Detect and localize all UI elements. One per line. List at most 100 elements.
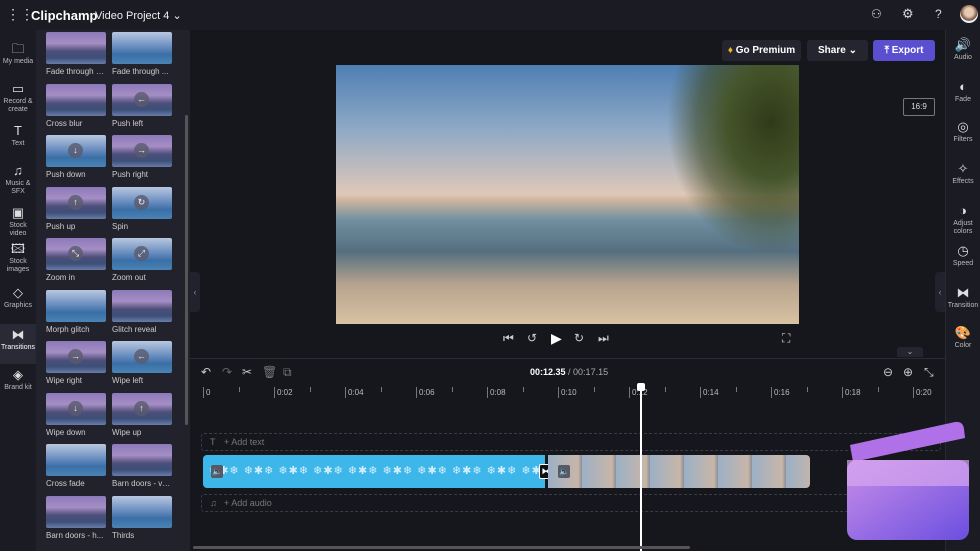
- transition-label: Fade through b...: [46, 67, 106, 76]
- share-label: Share: [818, 45, 846, 56]
- project-name[interactable]: Video Project 4 ⌄: [95, 9, 182, 22]
- go-premium-button[interactable]: ♦ Go Premium: [722, 40, 801, 61]
- property-filters[interactable]: ◎ Filters: [946, 120, 980, 144]
- add-text-track[interactable]: T + Add text: [201, 433, 941, 451]
- aspect-ratio-button[interactable]: 16:9: [903, 98, 935, 116]
- duplicate-icon[interactable]: ⧉: [283, 365, 292, 380]
- apps-grid-icon[interactable]: ⋮⋮: [6, 6, 34, 23]
- delete-icon[interactable]: 🗑: [262, 365, 277, 379]
- arrow-icon: ↓: [68, 143, 83, 158]
- adjust-colors-icon: ◑: [959, 203, 967, 218]
- fit-timeline-icon[interactable]: ⤡: [924, 365, 934, 380]
- transition-zoom-out[interactable]: ⤢ Zoom out: [112, 238, 172, 282]
- fullscreen-icon[interactable]: ⛶: [782, 331, 790, 346]
- zoom-out-icon[interactable]: ⊖: [883, 365, 893, 379]
- settings-gear-icon[interactable]: ⚙: [902, 6, 914, 22]
- add-audio-label: + Add audio: [224, 498, 272, 508]
- skip-forward-icon[interactable]: ⏭: [598, 331, 609, 346]
- help-icon[interactable]: ?: [935, 7, 942, 21]
- clipchamp-logo: [847, 421, 969, 540]
- transition-push-right[interactable]: → Push right: [112, 135, 172, 179]
- mute-icon[interactable]: 🔈: [558, 465, 570, 478]
- transition-push-down[interactable]: ↓ Push down: [46, 135, 106, 179]
- transition-thumbnail: ←: [112, 341, 172, 373]
- property-label: Audio: [954, 54, 972, 61]
- arrow-icon: ⤢: [134, 246, 149, 261]
- ruler-tick: 0: [203, 387, 210, 398]
- transition-wipe-right[interactable]: → Wipe right: [46, 341, 106, 385]
- export-button[interactable]: ⤒ Export: [873, 40, 935, 61]
- panel-scrollbar[interactable]: [185, 115, 188, 425]
- transition-thumbnail: ⤡: [46, 238, 106, 270]
- transition-label: Morph glitch: [46, 324, 90, 334]
- transition-fade-through-[interactable]: Fade through ...: [112, 32, 172, 76]
- property-fade[interactable]: ◐ Fade: [946, 80, 980, 104]
- transition-barn-doors-h-[interactable]: Barn doors - h...: [46, 495, 106, 540]
- forward-5-icon[interactable]: ↻: [574, 331, 584, 345]
- ruler-tick: 0:02: [274, 387, 293, 398]
- arrow-icon: →: [68, 349, 83, 364]
- arrow-icon: →: [134, 143, 149, 158]
- collapse-properties-button[interactable]: ‹: [935, 272, 945, 312]
- redo-icon[interactable]: ↷: [222, 365, 232, 379]
- video-clip-snowflakes[interactable]: ❄✱❄ ❄✱❄ ❄✱❄ ❄✱❄ ❄✱❄ ❄✱❄ ❄✱❄ ❄✱❄ ❄✱❄ ❄✱❄ 🔈: [203, 455, 545, 488]
- transition-wipe-up[interactable]: ↑ Wipe up: [112, 392, 172, 437]
- property-adjust-colors[interactable]: ◑ Adjust colors: [946, 204, 980, 236]
- sidebar-item-transitions[interactable]: ⧓ Transitions: [0, 324, 36, 364]
- transition-fade-through-b-[interactable]: Fade through b...: [46, 32, 106, 76]
- ruler-minor-tick: [806, 387, 808, 392]
- transition-glitch-reveal[interactable]: Glitch reveal: [112, 289, 172, 334]
- share-link-icon[interactable]: ⚇: [871, 7, 882, 21]
- property-color[interactable]: 🎨 Color: [946, 326, 980, 350]
- sidebar-item-stock-images[interactable]: 🖾 Stock images: [0, 238, 36, 276]
- scissors-icon[interactable]: ✂: [242, 365, 252, 379]
- project-name-text: Video Project 4: [95, 10, 170, 22]
- sidebar-item-my-media[interactable]: 🗀 My media: [0, 38, 36, 76]
- transition-cross-blur[interactable]: Cross blur: [46, 83, 106, 128]
- undo-icon[interactable]: ↶: [201, 365, 211, 379]
- share-button[interactable]: Share ⌄: [807, 40, 868, 61]
- transition-barn-doors-ve-[interactable]: Barn doors - ve...: [112, 444, 172, 488]
- ruler-minor-tick: [664, 387, 666, 392]
- sidebar-item-graphics[interactable]: ◇ Graphics: [0, 282, 36, 320]
- sidebar-item-text[interactable]: T Text: [0, 120, 36, 158]
- rewind-5-icon[interactable]: ↺: [527, 331, 537, 345]
- video-clip-beach[interactable]: 🔈: [548, 455, 810, 488]
- transition-wipe-down[interactable]: ↓ Wipe down: [46, 392, 106, 437]
- property-speed[interactable]: ◷ Speed: [946, 244, 980, 268]
- property-effects[interactable]: ✧ Effects: [946, 162, 980, 186]
- property-label: Filters: [953, 136, 973, 143]
- transition-spin[interactable]: ↻ Spin: [112, 186, 172, 231]
- filters-icon: ◎: [957, 119, 969, 134]
- transition-push-up[interactable]: ↑ Push up: [46, 186, 106, 231]
- transition-label: Zoom out: [112, 273, 146, 282]
- skip-back-icon[interactable]: ⏮: [503, 331, 514, 346]
- transition-push-left[interactable]: ← Push left: [112, 83, 172, 128]
- transition-morph-glitch[interactable]: Morph glitch: [46, 289, 106, 334]
- transition-cross-fade[interactable]: Cross fade: [46, 444, 106, 488]
- transition-thumbnail: ⤢: [112, 238, 172, 270]
- property-transition[interactable]: ⧓ Transition: [946, 286, 980, 310]
- transition-zoom-in[interactable]: ⤡ Zoom in: [46, 238, 106, 282]
- transition-thirds[interactable]: Thirds: [112, 495, 172, 540]
- sidebar-item-stock-video[interactable]: ▣ Stock video: [0, 202, 36, 240]
- add-text-label: + Add text: [224, 437, 265, 447]
- sidebar-item-record-create[interactable]: ▭ Record & create: [0, 78, 36, 116]
- avatar[interactable]: [960, 5, 978, 23]
- transition-thumbnail: ↓: [46, 135, 106, 167]
- mute-icon[interactable]: 🔈: [211, 465, 223, 478]
- property-audio[interactable]: 🔊 Audio: [946, 38, 980, 62]
- sidebar-item-label: Graphics: [3, 302, 32, 309]
- timeline-scrollbar[interactable]: [193, 546, 690, 549]
- zoom-in-icon[interactable]: ⊕: [903, 365, 913, 379]
- collapse-panel-button[interactable]: ‹: [190, 272, 200, 312]
- sidebar-icon: 🖾: [10, 241, 26, 256]
- playhead[interactable]: [637, 383, 646, 551]
- add-audio-track[interactable]: ♫ + Add audio: [201, 494, 941, 512]
- play-icon[interactable]: ▶: [551, 330, 562, 347]
- transition-wipe-left[interactable]: ← Wipe left: [112, 341, 172, 385]
- sidebar-item-brand-kit[interactable]: ◈ Brand kit: [0, 364, 36, 402]
- sidebar-icon: ⧓: [11, 327, 25, 342]
- collapse-preview-button[interactable]: ⌄: [897, 347, 923, 357]
- sidebar-item-music-sfx[interactable]: ♫ Music & SFX: [0, 160, 36, 198]
